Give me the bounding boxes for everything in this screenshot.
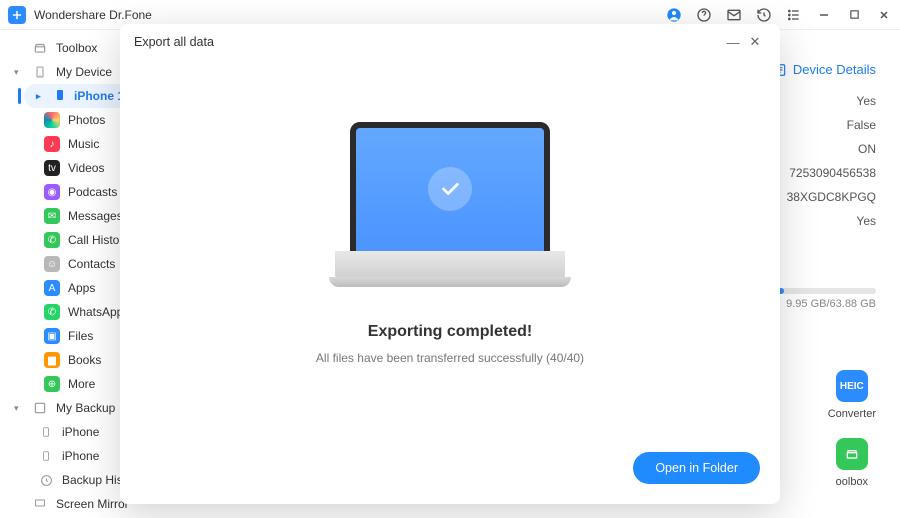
modal-body: Exporting completed! All files have been… — [120, 60, 780, 446]
modal-close-button[interactable]: ✕ — [744, 31, 766, 53]
modal-overlay: Export all data — ✕ Exporting completed!… — [0, 0, 900, 518]
export-complete-subtitle: All files have been transferred successf… — [316, 351, 584, 365]
modal-minimize-button[interactable]: — — [722, 31, 744, 53]
modal-header: Export all data — ✕ — [120, 24, 780, 60]
export-modal: Export all data — ✕ Exporting completed!… — [120, 24, 780, 504]
modal-title: Export all data — [134, 35, 722, 49]
export-complete-title: Exporting completed! — [368, 323, 532, 341]
modal-footer: Open in Folder — [120, 446, 780, 504]
check-circle-icon — [428, 167, 472, 211]
laptop-illustration — [335, 122, 565, 297]
open-in-folder-button[interactable]: Open in Folder — [633, 452, 760, 484]
